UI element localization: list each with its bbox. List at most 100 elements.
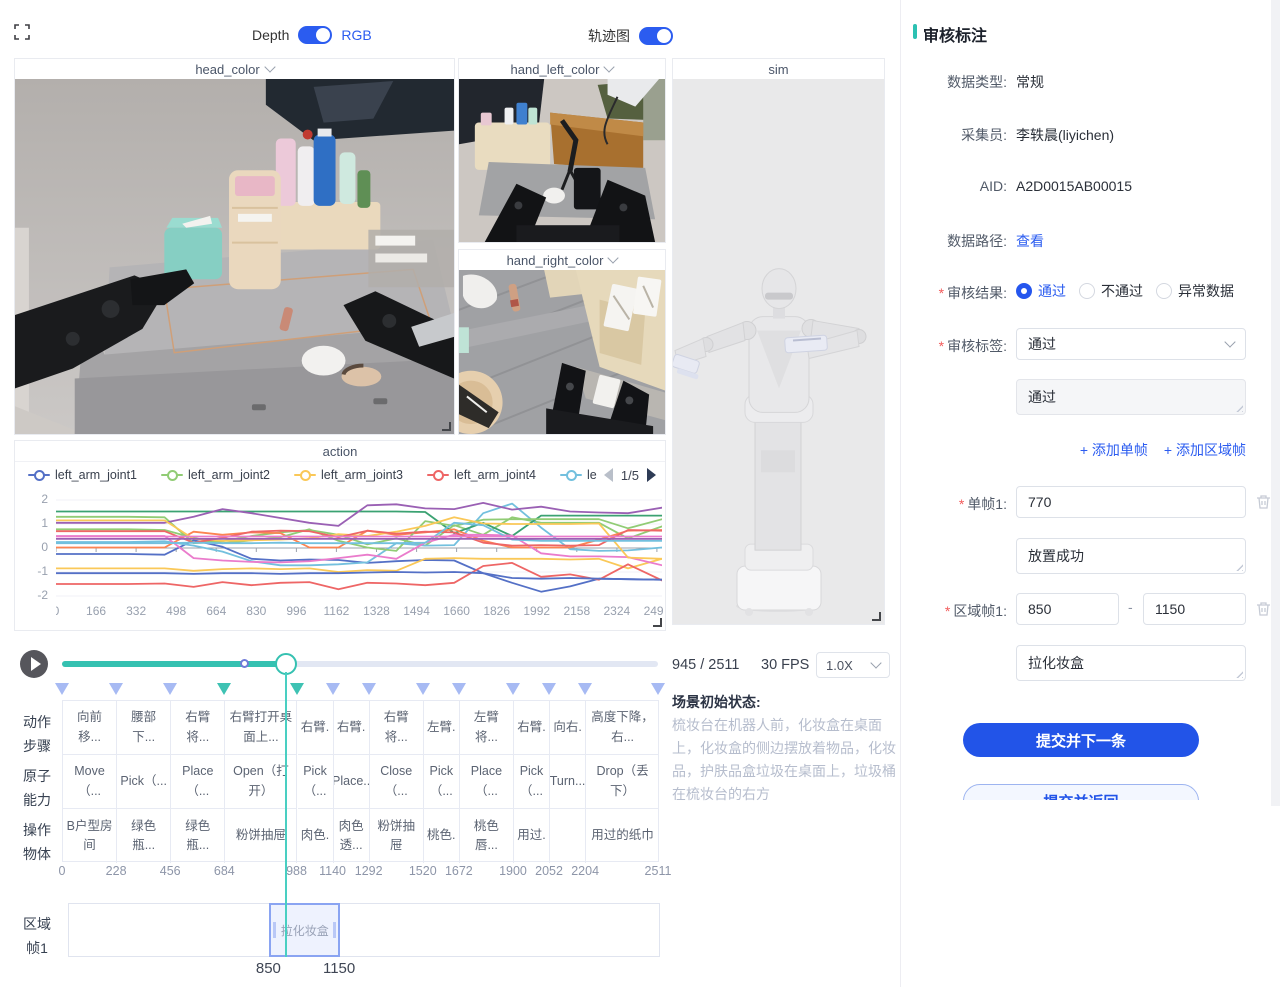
step-marker[interactable] bbox=[542, 683, 556, 695]
radio-option-abnormal[interactable]: 异常数据 bbox=[1156, 281, 1234, 301]
sim-viewport[interactable] bbox=[673, 79, 884, 624]
timeline-slider[interactable] bbox=[62, 661, 658, 667]
view-link[interactable]: 查看 bbox=[1016, 231, 1044, 251]
resize-handle-icon[interactable] bbox=[442, 422, 451, 431]
head-camera-title[interactable]: head_color bbox=[15, 59, 454, 80]
legend-prev-icon[interactable] bbox=[604, 468, 613, 482]
table-cell[interactable]: Close（... bbox=[370, 755, 424, 809]
region-start-label: 850 bbox=[238, 960, 298, 977]
region-frame-track[interactable]: 拉化妆盒 bbox=[68, 903, 660, 957]
table-cell[interactable]: 粉饼抽屉 bbox=[225, 809, 297, 863]
table-cell[interactable]: 右臂. bbox=[514, 701, 550, 755]
add-single-frame-link[interactable]: + 添加单帧 bbox=[1080, 440, 1148, 460]
single-frame-comment-textarea[interactable]: 放置成功 bbox=[1016, 538, 1246, 574]
table-cell[interactable]: Move（... bbox=[63, 755, 117, 809]
frame-tick-label: 0 bbox=[40, 864, 84, 878]
review-panel: 审核标注 数据类型: 常规 采集员: 李轶晨(liyichen) AID: A2… bbox=[900, 0, 1280, 987]
single-frame-marker[interactable] bbox=[240, 659, 249, 668]
table-cell[interactable]: Place（... bbox=[460, 755, 514, 809]
step-marker[interactable] bbox=[290, 683, 304, 695]
table-cell[interactable]: Pick（... bbox=[424, 755, 460, 809]
single-frame-input[interactable]: 770 bbox=[1016, 486, 1246, 518]
step-marker[interactable] bbox=[326, 683, 340, 695]
table-cell[interactable]: 右臂将... bbox=[370, 701, 424, 755]
legend-item[interactable]: left_arm_joint1 bbox=[28, 468, 137, 482]
table-cell[interactable]: 用过的纸巾 bbox=[586, 809, 659, 863]
table-cell[interactable]: Open（打开） bbox=[225, 755, 297, 809]
step-marker[interactable] bbox=[109, 683, 123, 695]
table-cell[interactable]: 右臂将... bbox=[171, 701, 225, 755]
step-marker[interactable] bbox=[362, 683, 376, 695]
table-cell[interactable]: Place（... bbox=[171, 755, 225, 809]
step-marker[interactable] bbox=[506, 683, 520, 695]
speed-select[interactable]: 1.0X bbox=[816, 652, 890, 678]
region-left-handle[interactable] bbox=[273, 922, 276, 938]
step-marker[interactable] bbox=[217, 683, 231, 695]
legend-next-icon[interactable] bbox=[647, 468, 656, 482]
table-cell[interactable]: 绿色瓶... bbox=[117, 809, 171, 863]
step-marker[interactable] bbox=[416, 683, 430, 695]
review-panel-scroll-area[interactable]: 审核标注 数据类型: 常规 采集员: 李轶晨(liyichen) AID: A2… bbox=[901, 0, 1273, 800]
table-cell[interactable]: 高度下降，右... bbox=[586, 701, 659, 755]
legend-item[interactable]: le bbox=[560, 468, 597, 482]
table-cell[interactable]: 腰部下... bbox=[117, 701, 171, 755]
table-cell[interactable] bbox=[550, 809, 586, 863]
slider-handle[interactable] bbox=[275, 653, 297, 675]
resize-handle-icon[interactable] bbox=[653, 618, 662, 627]
hand-left-camera-title[interactable]: hand_left_color bbox=[459, 59, 665, 80]
region-right-handle[interactable] bbox=[333, 922, 336, 938]
hand-right-camera-title[interactable]: hand_right_color bbox=[459, 250, 665, 271]
table-cell[interactable]: 向前移... bbox=[63, 701, 117, 755]
legend-item[interactable]: left_arm_joint3 bbox=[294, 468, 403, 482]
region-segment[interactable]: 拉化妆盒 bbox=[269, 903, 340, 957]
submit-next-button[interactable]: 提交并下一条 bbox=[963, 723, 1199, 757]
step-marker[interactable] bbox=[55, 683, 69, 695]
table-cell[interactable]: B户型房间 bbox=[63, 809, 117, 863]
legend-item[interactable]: left_arm_joint2 bbox=[161, 468, 270, 482]
y-tick-label: -2 bbox=[26, 588, 48, 602]
region-frame-comment-textarea[interactable]: 拉化妆盒 bbox=[1016, 645, 1246, 681]
region-start-input[interactable]: 850 bbox=[1016, 593, 1119, 625]
table-cell[interactable]: 肉色. bbox=[298, 809, 334, 863]
add-region-frame-link[interactable]: + 添加区域帧 bbox=[1164, 440, 1246, 460]
step-marker[interactable] bbox=[452, 683, 466, 695]
table-cell[interactable]: 左臂. bbox=[424, 701, 460, 755]
radio-option-pass[interactable]: 通过 bbox=[1016, 281, 1066, 301]
table-cell[interactable]: 向右. bbox=[550, 701, 586, 755]
table-cell[interactable]: Turn... bbox=[550, 755, 586, 809]
step-marker[interactable] bbox=[578, 683, 592, 695]
fullscreen-icon[interactable] bbox=[14, 24, 30, 40]
table-cell[interactable]: Pick（... bbox=[514, 755, 550, 809]
table-cell[interactable]: 桃色唇... bbox=[460, 809, 514, 863]
review-comment-textarea[interactable]: 通过 bbox=[1016, 379, 1246, 415]
radio-option-fail[interactable]: 不通过 bbox=[1079, 281, 1143, 301]
step-marker[interactable] bbox=[163, 683, 177, 695]
table-cell[interactable]: Pick（... bbox=[298, 755, 334, 809]
table-cell[interactable]: 桃色. bbox=[424, 809, 460, 863]
legend-item[interactable]: left_arm_joint4 bbox=[427, 468, 536, 482]
review-tag-select[interactable]: 通过 bbox=[1016, 328, 1246, 360]
step-marker[interactable] bbox=[651, 683, 665, 695]
table-cell[interactable]: Place.. bbox=[334, 755, 370, 809]
table-cell[interactable]: 用过. bbox=[514, 809, 550, 863]
table-cell[interactable]: 绿色瓶... bbox=[171, 809, 225, 863]
region-end-input[interactable]: 1150 bbox=[1143, 593, 1246, 625]
delete-region-frame-icon[interactable] bbox=[1256, 601, 1271, 617]
table-cell[interactable]: 右臂. bbox=[334, 701, 370, 755]
table-cell[interactable]: Pick（... bbox=[117, 755, 171, 809]
depth-rgb-toggle[interactable] bbox=[298, 26, 332, 44]
table-cell[interactable]: 右臂打开桌面上... bbox=[225, 701, 297, 755]
play-button[interactable] bbox=[20, 650, 48, 678]
resize-handle-icon[interactable] bbox=[872, 612, 881, 621]
chevron-down-icon bbox=[870, 657, 881, 668]
table-cell[interactable]: 右臂. bbox=[298, 701, 334, 755]
table-cell[interactable]: Drop（丢下） bbox=[586, 755, 659, 809]
legend-label: left_arm_joint3 bbox=[321, 468, 403, 482]
submit-return-button[interactable]: 提交并返回 bbox=[963, 784, 1199, 800]
delete-single-frame-icon[interactable] bbox=[1256, 494, 1271, 510]
trajectory-toggle[interactable] bbox=[639, 27, 673, 45]
scrollbar[interactable] bbox=[1271, 0, 1280, 806]
table-cell[interactable]: 左臂将... bbox=[460, 701, 514, 755]
table-cell[interactable]: 肉色透... bbox=[334, 809, 370, 863]
table-cell[interactable]: 粉饼抽屉 bbox=[370, 809, 424, 863]
